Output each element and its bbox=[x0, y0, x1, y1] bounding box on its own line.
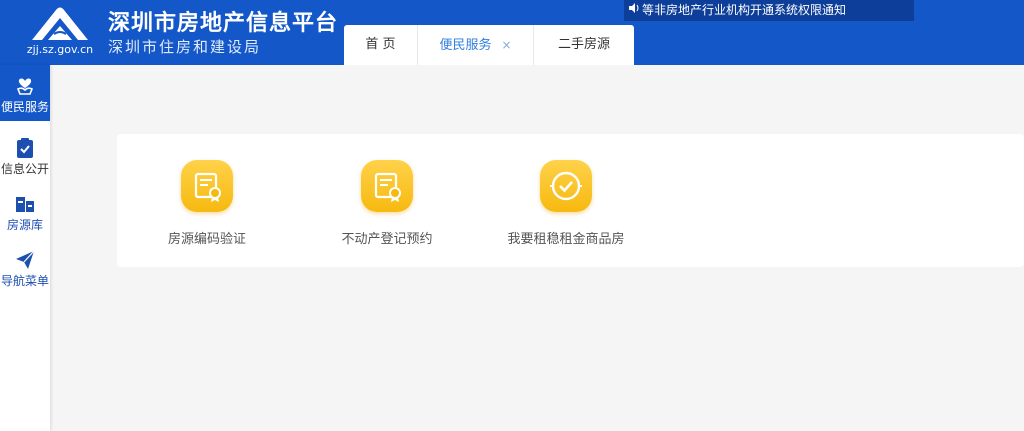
tab-label: 二手房源 bbox=[557, 37, 610, 52]
sidebar-item-navigation-menu[interactable]: 导航菜单 bbox=[0, 239, 50, 295]
tab-home[interactable]: 首 页 bbox=[344, 25, 418, 65]
service-real-estate-registration-appointment[interactable]: 不动产登记预约 bbox=[312, 160, 462, 247]
top-header: zjj.sz.gov.cn 深圳市房地产信息平台 深圳市住房和建设局 等非房地产… bbox=[0, 0, 1024, 65]
tab-convenience-services[interactable]: 便民服务 × bbox=[418, 25, 534, 65]
certificate-icon bbox=[361, 160, 413, 212]
service-label: 不动产登记预约 bbox=[341, 232, 433, 247]
tab-label: 首 页 bbox=[365, 37, 396, 52]
sidebar-item-listing-database[interactable]: 房源库 bbox=[0, 183, 50, 239]
sidebar-item-label: 导航菜单 bbox=[0, 274, 49, 288]
sidebar-item-convenience-services[interactable]: 便民服务 bbox=[0, 65, 50, 121]
heart-hand-icon bbox=[0, 75, 50, 97]
logo-url-text: zjj.sz.gov.cn bbox=[26, 43, 94, 56]
site-title: 深圳市房地产信息平台 bbox=[108, 11, 339, 36]
site-logo[interactable]: zjj.sz.gov.cn bbox=[24, 4, 96, 58]
certificate-icon bbox=[181, 160, 233, 212]
speaker-icon bbox=[628, 0, 642, 21]
services-panel: 房源编码验证 不动产登记预约 我要租稳租金商品房 bbox=[117, 134, 1024, 267]
paper-plane-icon bbox=[0, 249, 50, 271]
sidebar-item-label: 信息公开 bbox=[0, 162, 49, 176]
service-label: 我要租稳租金商品房 bbox=[507, 232, 625, 247]
sidebar-item-label: 便民服务 bbox=[0, 100, 49, 114]
notice-marquee[interactable]: 等非房地产行业机构开通系统权限通知 bbox=[624, 0, 914, 21]
left-sidebar: 便民服务 信息公开 房源库 导航菜单 bbox=[0, 65, 50, 431]
service-stable-rent-housing[interactable]: 我要租稳租金商品房 bbox=[491, 160, 641, 247]
logo-mark-icon bbox=[32, 7, 88, 40]
close-icon[interactable]: × bbox=[501, 38, 511, 52]
site-subtitle: 深圳市住房和建设局 bbox=[108, 38, 262, 56]
service-listing-code-verification[interactable]: 房源编码验证 bbox=[132, 160, 282, 247]
check-circle-icon bbox=[540, 160, 592, 212]
sidebar-item-label: 房源库 bbox=[6, 218, 43, 232]
notice-text[interactable]: 等非房地产行业机构开通系统权限通知 bbox=[642, 3, 846, 17]
house-list-icon bbox=[0, 193, 50, 215]
service-label: 房源编码验证 bbox=[167, 232, 246, 247]
tab-second-hand-listings[interactable]: 二手房源 bbox=[534, 25, 634, 65]
tab-bar: 首 页 便民服务 × 二手房源 bbox=[344, 25, 634, 65]
sidebar-item-information-disclosure[interactable]: 信息公开 bbox=[0, 127, 50, 183]
tab-label: 便民服务 bbox=[439, 38, 492, 53]
clipboard-check-icon bbox=[0, 137, 50, 159]
